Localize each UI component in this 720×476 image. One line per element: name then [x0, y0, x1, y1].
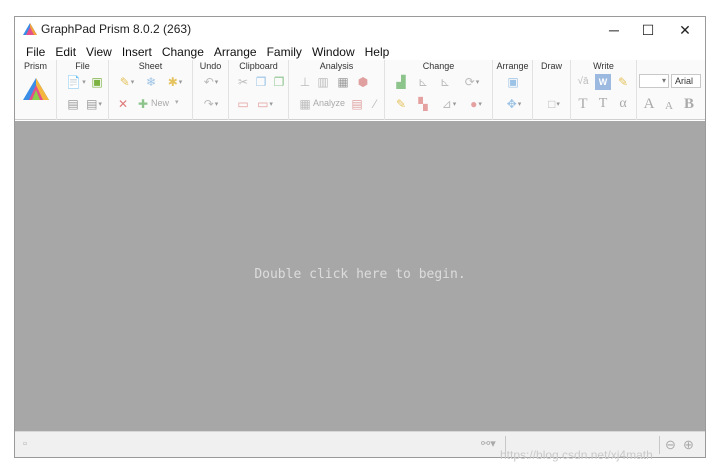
analyze-icon[interactable]: ▦	[297, 96, 313, 112]
group-label-undo: Undo	[199, 61, 222, 71]
group-label-change: Change	[422, 61, 455, 71]
redo-icon[interactable]: ↷ ▾	[199, 96, 223, 112]
close-button[interactable]: ✕	[666, 17, 704, 43]
ribbon-group-font: ▾ Arial A A B	[637, 60, 705, 120]
workspace-area[interactable]: Double click here to begin.	[15, 121, 705, 431]
maximize-button[interactable]: ☐	[629, 17, 667, 43]
menu-family[interactable]: Family	[262, 45, 307, 59]
increase-font-icon[interactable]: A	[641, 96, 657, 112]
app-window: GraphPad Prism 8.0.2 (263) ─ ☐ ✕ File Ed…	[14, 16, 706, 458]
menu-window[interactable]: Window	[307, 45, 360, 59]
decrease-font-icon[interactable]: A	[661, 98, 677, 114]
draw-shape-icon[interactable]: □ ▾	[541, 96, 567, 112]
ribbon-group-sheet: Sheet ✎ ▾ ❄ ✱ ▾ ✕ ✚ New ▾	[109, 60, 193, 120]
paste-special-icon[interactable]: ▭ ▾	[253, 96, 277, 112]
new-sheet-icon[interactable]: ✚	[135, 96, 151, 112]
magic-wand-icon[interactable]: ✱ ▾	[163, 74, 187, 90]
window-title: GraphPad Prism 8.0.2 (263)	[41, 22, 192, 36]
group-label-analysis: Analysis	[319, 61, 354, 71]
ribbon-group-analysis: Analysis ⊥ ▥ ▦ ⬢ ▦ Analyze ▤ ⁄	[289, 60, 385, 120]
graph-type-icon[interactable]: ▟	[393, 74, 409, 90]
xy-analysis-icon[interactable]: ⊥	[297, 74, 313, 90]
prism-logo-icon	[23, 23, 37, 35]
ribbon-group-arrange: Arrange ▣ ✥ ▾	[493, 60, 533, 120]
copy-special-icon[interactable]: ❐	[271, 74, 287, 90]
new-sheet-label[interactable]: New	[151, 98, 169, 108]
ribbon-group-undo: Undo ↶ ▾ ↷ ▾	[193, 60, 229, 120]
watermark: https://blog.csdn.net/xj4math	[500, 448, 653, 462]
undo-icon[interactable]: ↶ ▾	[199, 74, 223, 90]
ribbon-group-clipboard: Clipboard ✂ ❐ ❐ ▭ ▭ ▾	[229, 60, 289, 120]
ribbon-group-file: File 📄 ▾ ▣ ▤ ▤ ▾	[57, 60, 109, 120]
menu-file[interactable]: File	[21, 45, 50, 59]
group-label-draw: Draw	[540, 61, 562, 71]
cut-icon[interactable]: ✂	[235, 74, 251, 90]
save-as-icon[interactable]: ▤ ▾	[83, 96, 105, 112]
word-icon[interactable]: W	[595, 74, 611, 90]
refresh-icon[interactable]: ⟳ ▾	[459, 74, 485, 90]
font-name-select[interactable]: Arial	[671, 74, 701, 88]
copy-icon[interactable]: ❐	[253, 74, 269, 90]
menu-insert[interactable]: Insert	[117, 45, 157, 59]
menu-bar: File Edit View Insert Change Arrange Fam…	[15, 43, 705, 61]
analysis-results-icon[interactable]: ▤	[349, 96, 365, 112]
menu-arrange[interactable]: Arrange	[209, 45, 262, 59]
group-label-file: File	[75, 61, 90, 71]
ribbon-group-write: Write √ā W ✎ T T α	[571, 60, 637, 120]
text-color-icon[interactable]: ✎	[615, 74, 631, 90]
analyze-label[interactable]: Analyze	[313, 98, 345, 108]
prism-logo-icon[interactable]	[23, 78, 49, 100]
menu-view[interactable]: View	[81, 45, 117, 59]
menu-edit[interactable]: Edit	[50, 45, 81, 59]
column-analysis-icon[interactable]: ▥	[315, 74, 331, 90]
color-scheme-icon[interactable]: ▚	[415, 96, 431, 112]
link-icon[interactable]: ⚯▾	[481, 437, 496, 450]
begin-prompt[interactable]: Double click here to begin.	[15, 267, 705, 282]
save-icon[interactable]: ▤	[65, 96, 81, 112]
menu-help[interactable]: Help	[360, 45, 395, 59]
zoom-in-icon[interactable]: ⊕	[683, 437, 694, 453]
text-tool-icon[interactable]: T	[575, 96, 591, 112]
zoom-out-icon[interactable]: ⊖	[665, 437, 676, 453]
format-axes-icon[interactable]: ⊾	[437, 74, 453, 90]
group-label-clipboard: Clipboard	[239, 61, 278, 71]
group-label-arrange: Arrange	[496, 61, 529, 71]
menu-change[interactable]: Change	[157, 45, 209, 59]
equation-icon[interactable]: √ā	[575, 74, 591, 90]
colors-icon[interactable]: ● ▾	[463, 96, 489, 112]
delete-icon[interactable]: ✕	[115, 96, 131, 112]
ribbon-toolbar: Prism File 📄 ▾ ▣ ▤ ▤ ▾ Sheet ✎ ▾ ❄ ✱ ▾ ✕ ✚ N…	[15, 60, 705, 120]
new-file-icon[interactable]: 📄 ▾	[65, 74, 87, 90]
navigator-icon[interactable]: ▫	[23, 438, 27, 450]
axis-icon[interactable]: ⊾	[415, 74, 431, 90]
new-sheet-dropdown-icon[interactable]: ▾	[175, 98, 179, 106]
text-tool-alt-icon[interactable]: T	[595, 96, 611, 112]
font-size-select[interactable]: ▾	[639, 74, 669, 88]
open-file-icon[interactable]: ▣	[89, 74, 105, 90]
format-graph-icon[interactable]: ⊿ ▾	[437, 96, 461, 112]
group-label-prism: Prism	[24, 61, 47, 71]
new-data-icon[interactable]: ✎ ▾	[115, 74, 139, 90]
minimize-button[interactable]: ─	[595, 17, 633, 43]
greek-alpha-icon[interactable]: α	[615, 96, 631, 112]
align-icon[interactable]: ✥ ▾	[501, 96, 527, 112]
wand-icon[interactable]: ⁄	[367, 96, 383, 112]
bold-icon[interactable]: B	[681, 96, 697, 112]
arrange-icon[interactable]: ▣	[505, 74, 521, 90]
ribbon-group-prism: Prism	[15, 60, 57, 120]
status-divider	[659, 436, 660, 454]
title-bar[interactable]: GraphPad Prism 8.0.2 (263) ─ ☐ ✕	[15, 17, 705, 43]
transform-icon[interactable]: ⬢	[355, 74, 371, 90]
grouped-analysis-icon[interactable]: ▦	[335, 74, 351, 90]
paste-icon[interactable]: ▭	[235, 96, 251, 112]
group-label-sheet: Sheet	[138, 61, 163, 71]
snowflake-icon[interactable]: ❄	[143, 74, 159, 90]
ribbon-group-draw: Draw □ ▾	[533, 60, 571, 120]
group-label-write: Write	[593, 61, 614, 71]
pencil-icon[interactable]: ✎	[393, 96, 409, 112]
ribbon-group-change: Change ▟ ⊾ ⊾ ⟳ ▾ ✎ ▚ ⊿ ▾ ● ▾	[385, 60, 493, 120]
